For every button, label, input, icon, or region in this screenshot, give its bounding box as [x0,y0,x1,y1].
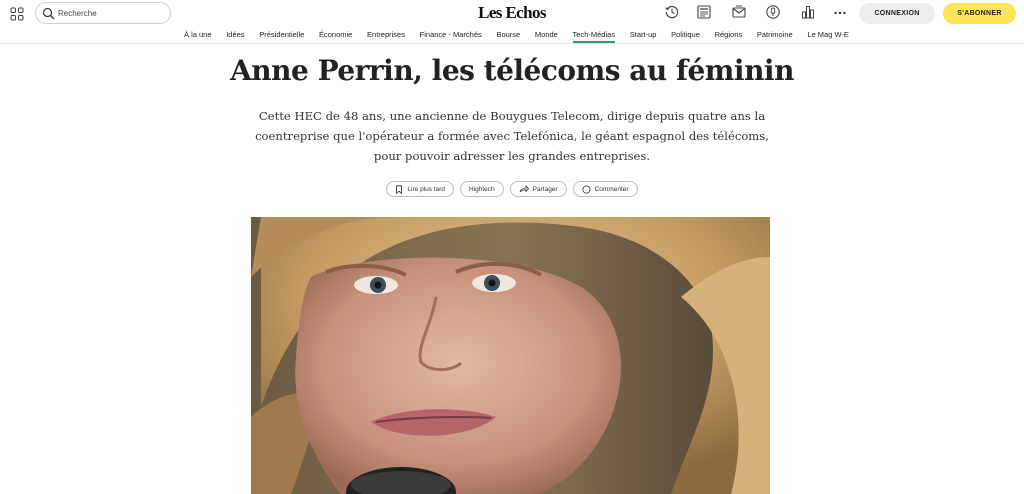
subscribe-button[interactable]: S'ABONNER [943,3,1016,24]
comment-icon [582,185,591,194]
share-label: Partager [532,185,558,193]
nav-item-bourse[interactable]: Bourse [496,30,520,43]
nav-item-le-mag-w-e[interactable]: Le Mag W-E [807,30,849,43]
nav-item-start-up[interactable]: Start-up [630,30,657,43]
topic-label: Hightech [469,185,495,193]
main-nav: À la une Idées Présidentielle Économie Entre… [0,28,1024,44]
nav-item-politique[interactable]: Politique [671,30,700,43]
podcast-icon[interactable] [765,4,781,20]
share-icon [519,185,529,193]
topic-tag-hightech[interactable]: Hightech [460,181,504,197]
clock-icon[interactable] [664,4,680,20]
article-photo [251,217,770,494]
search-icon [42,7,55,20]
bookmark-icon [395,184,403,194]
search-input[interactable] [58,5,164,21]
article-title: Anne Perrin, les télécoms au féminin [230,54,794,87]
article-actions: Lire plus tard Hightech Partager Comment… [0,181,1024,197]
newspaper-icon[interactable] [696,4,712,20]
share-button[interactable]: Partager [509,181,567,197]
read-later-button[interactable]: Lire plus tard [386,181,454,197]
article-lede: Cette HEC de 48 ans, une ancienne de Bou… [255,109,769,163]
nav-item-finance-marches[interactable]: Finance - Marchés [420,30,482,43]
nav-item-monde[interactable]: Monde [535,30,558,43]
read-later-label: Lire plus tard [407,185,445,193]
nav-item-idees[interactable]: Idées [226,30,244,43]
nav-item-patrimoine[interactable]: Patrimoine [757,30,793,43]
nav-item-entreprises[interactable]: Entreprises [367,30,405,43]
apps-grid-icon[interactable] [10,7,24,21]
login-button[interactable]: CONNEXION [859,3,935,24]
nav-list: À la une Idées Présidentielle Économie Entre… [184,30,864,43]
comment-button[interactable]: Commenter [572,181,638,197]
nav-item-economie[interactable]: Économie [319,30,352,43]
nav-item-presidentielle[interactable]: Présidentielle [259,30,304,43]
more-icon[interactable] [832,4,848,20]
comment-label: Commenter [594,185,629,193]
mail-icon[interactable] [731,4,747,20]
chart-bars-icon[interactable] [800,4,816,20]
top-bar: Les Echos [0,0,1024,27]
nav-item-regions[interactable]: Régions [715,30,743,43]
nav-item-a-la-une[interactable]: À la une [184,30,212,43]
site-logo[interactable]: Les Echos [474,3,550,23]
nav-item-tech-medias[interactable]: Tech-Médias [572,30,615,43]
search-box[interactable] [35,2,171,24]
